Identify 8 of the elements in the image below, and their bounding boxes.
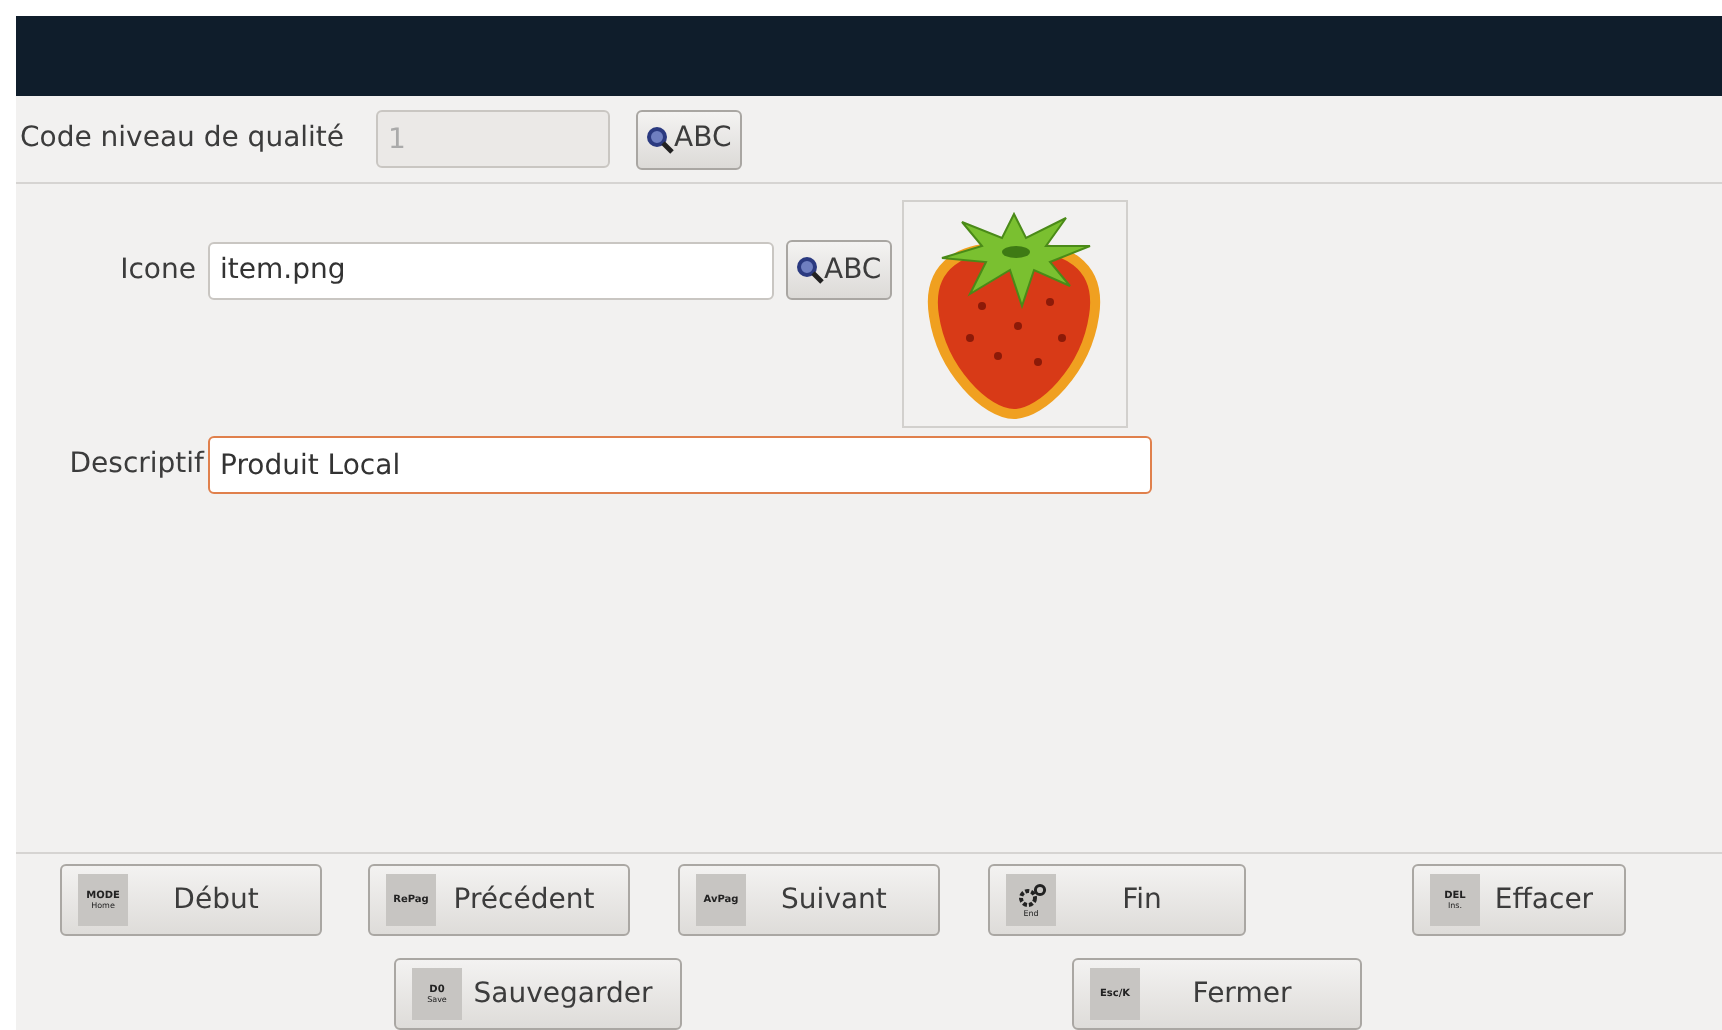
search-button[interactable]: ABC — [786, 240, 892, 300]
icon-field[interactable]: item.png — [208, 241, 774, 299]
field-label: Code niveau de qualité — [20, 120, 345, 158]
search-icon — [646, 125, 675, 153]
field-label: Descriptif — [67, 446, 204, 484]
field-label: Icone — [118, 251, 196, 289]
search-icon — [796, 256, 824, 284]
description-field[interactable]: Produit Local — [208, 436, 1152, 494]
